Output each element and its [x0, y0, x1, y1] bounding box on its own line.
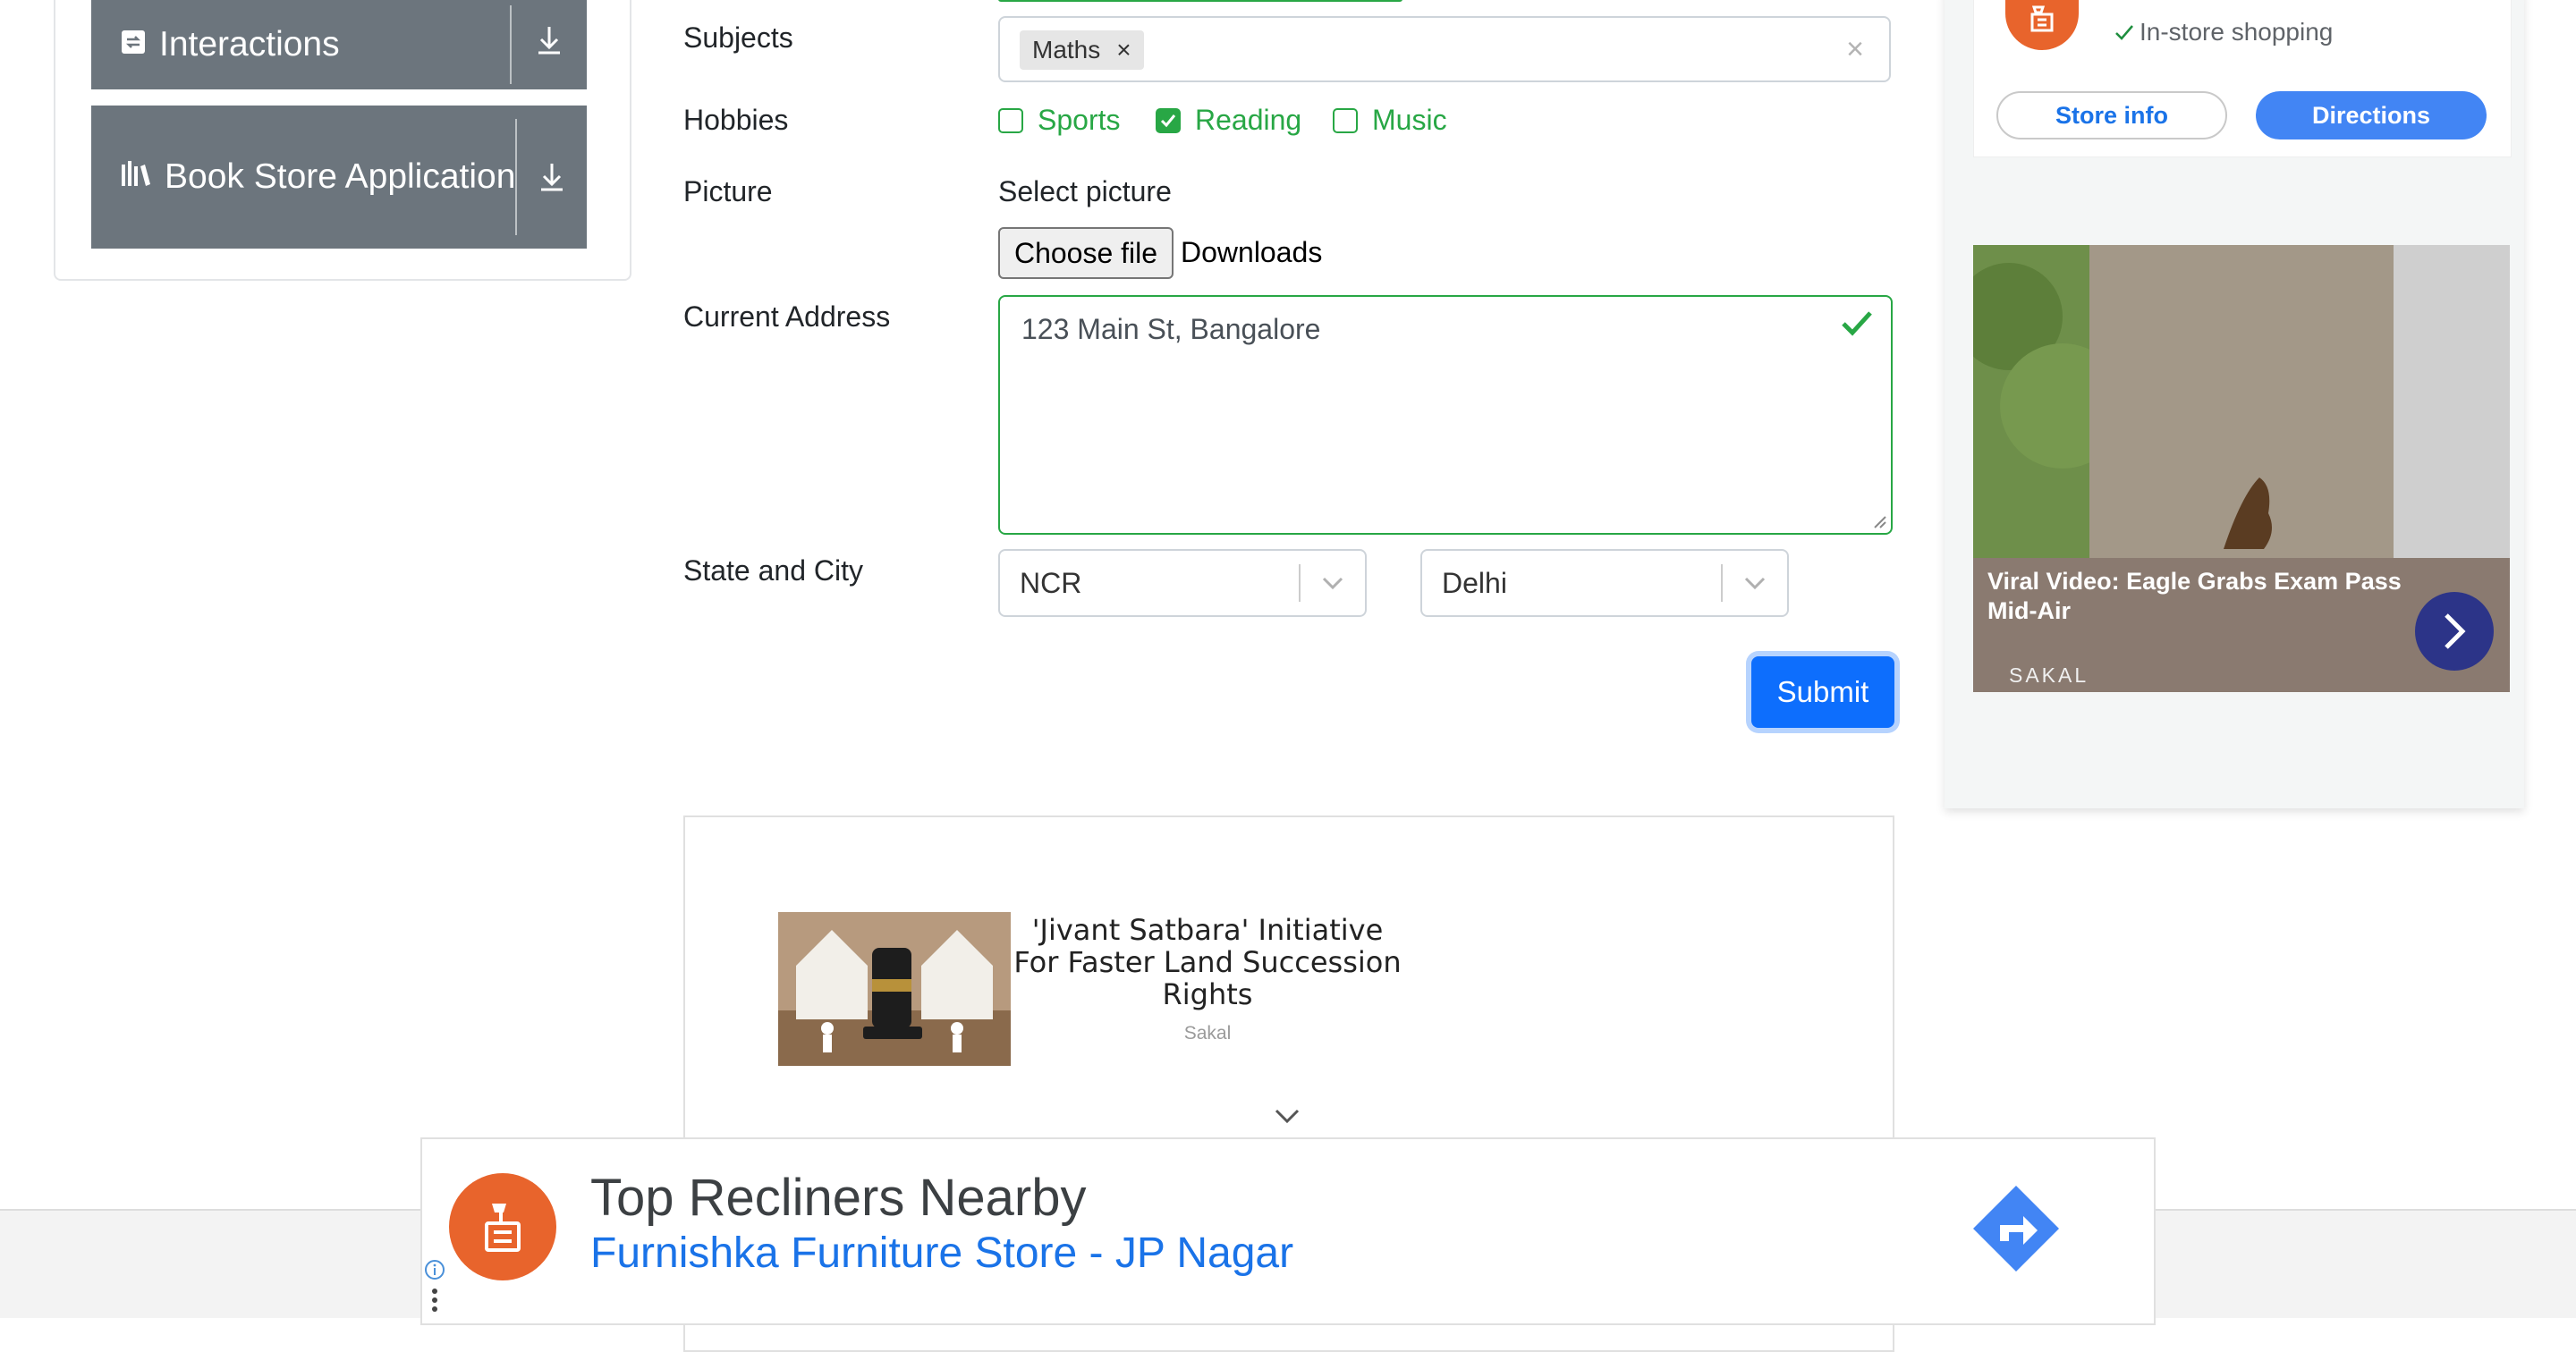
more-options-icon[interactable] — [431, 1288, 438, 1317]
ad-title[interactable]: Top Recliners Nearby — [590, 1168, 1086, 1228]
subjects-label: Subjects — [683, 21, 793, 54]
chevron-down-icon[interactable] — [1723, 576, 1787, 590]
clear-icon[interactable]: × — [1846, 32, 1864, 67]
store-feature: In-store shopping — [2114, 18, 2333, 46]
hobby-music-checkbox[interactable]: Music — [1333, 104, 1447, 137]
checkbox-label[interactable]: Music — [1372, 104, 1447, 137]
file-name: Downloads — [1181, 236, 1323, 268]
select-picture-label: Select picture — [998, 175, 1172, 207]
news-headline[interactable]: 'Jivant Satbara' Initiative For Faster L… — [1011, 914, 1404, 1010]
checkbox-label[interactable]: Reading — [1195, 104, 1301, 137]
ad-subtitle[interactable]: Furnishka Furniture Store - JP Nagar — [590, 1229, 1293, 1278]
books-icon — [120, 157, 152, 197]
next-arrow-icon[interactable] — [2415, 592, 2494, 671]
subject-chip: Maths × — [1020, 30, 1144, 70]
address-label: Current Address — [683, 300, 891, 333]
news-source: Sakal — [1183, 1023, 1232, 1044]
download-icon[interactable] — [512, 0, 587, 55]
chevron-down-icon[interactable] — [1301, 576, 1365, 590]
store-info-button[interactable]: Store info — [1996, 91, 2227, 139]
city-select[interactable]: Delhi — [1420, 549, 1789, 617]
city-value: Delhi — [1442, 566, 1507, 599]
current-address-textarea[interactable]: 123 Main St, Bangalore — [998, 295, 1893, 535]
chip-remove-icon[interactable]: × — [1116, 36, 1131, 64]
hobby-reading-checkbox[interactable]: Reading — [1156, 104, 1301, 137]
interactions-icon — [120, 25, 147, 64]
checkbox-label[interactable]: Sports — [1038, 104, 1120, 137]
state-city-label: State and City — [683, 554, 863, 587]
check-icon — [1160, 114, 1176, 127]
directions-button[interactable]: Directions — [2256, 91, 2487, 139]
checkbox-box[interactable] — [1156, 107, 1181, 133]
video-caption[interactable]: Viral Video: Eagle Grabs Exam Pass Mid-A… — [1987, 567, 2435, 626]
hobbies-label: Hobbies — [683, 104, 789, 136]
download-icon[interactable] — [517, 162, 587, 192]
store-logo-icon — [449, 1173, 556, 1280]
valid-indicator — [998, 0, 1402, 2]
valid-check-icon — [1841, 309, 1873, 343]
state-value: NCR — [1020, 566, 1082, 599]
sidebar-item-interactions[interactable]: Interactions — [91, 0, 587, 89]
resize-handle-icon[interactable] — [1871, 513, 1887, 529]
chevron-down-icon[interactable] — [1274, 1107, 1301, 1129]
store-feature-label: In-store shopping — [2140, 18, 2334, 46]
hobby-sports-checkbox[interactable]: Sports — [998, 104, 1120, 137]
sidebar-item-book-store[interactable]: Book Store Application — [91, 106, 587, 249]
address-value: 123 Main St, Bangalore — [1021, 313, 1321, 345]
sidebar-item-label: Book Store Application — [165, 157, 516, 196]
submit-button[interactable]: Submit — [1751, 656, 1894, 728]
checkbox-box[interactable] — [998, 107, 1023, 133]
subjects-input[interactable]: Maths × × — [998, 16, 1891, 82]
check-icon — [2115, 25, 2133, 40]
subject-chip-label: Maths — [1032, 36, 1101, 63]
ad-info-icon[interactable] — [424, 1259, 445, 1285]
directions-icon[interactable] — [1971, 1184, 2061, 1273]
news-thumbnail[interactable] — [778, 912, 1011, 1066]
checkbox-box[interactable] — [1333, 107, 1358, 133]
picture-label: Picture — [683, 175, 773, 207]
choose-file-button[interactable]: Choose file — [998, 227, 1174, 279]
sidebar-item-label: Interactions — [159, 25, 340, 63]
state-select[interactable]: NCR — [998, 549, 1367, 617]
video-source: SAKAL — [2009, 663, 2089, 687]
